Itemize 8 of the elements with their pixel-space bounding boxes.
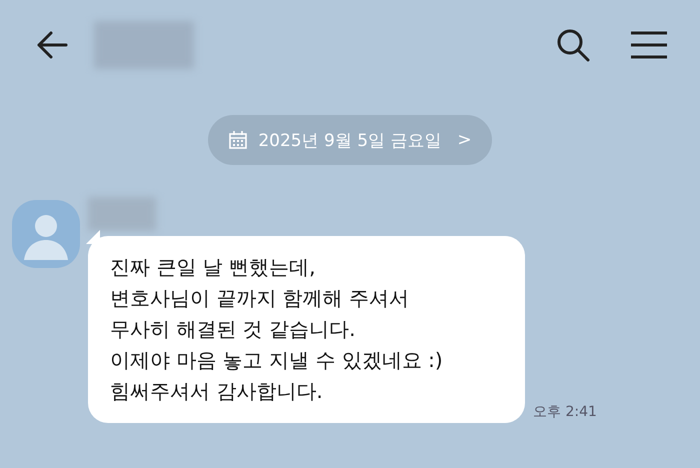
back-icon[interactable] [36,31,68,59]
calendar-icon [228,130,248,150]
date-divider[interactable]: 2025년 9월 5일 금요일 > [208,115,492,165]
search-icon[interactable] [556,28,590,62]
redacted-sender [88,197,156,231]
menu-icon[interactable] [630,31,668,59]
message-time: 오후 2:41 [533,403,597,421]
message-bubble: 진짜 큰일 날 뻔했는데, 변호사님이 끝까지 함께해 주셔서 무사히 해결된 것 같습니다. 이제야 마음 놓고 지낼 수 있겠네요 :) 힘써주셔서 감사합니다. [88,236,525,423]
